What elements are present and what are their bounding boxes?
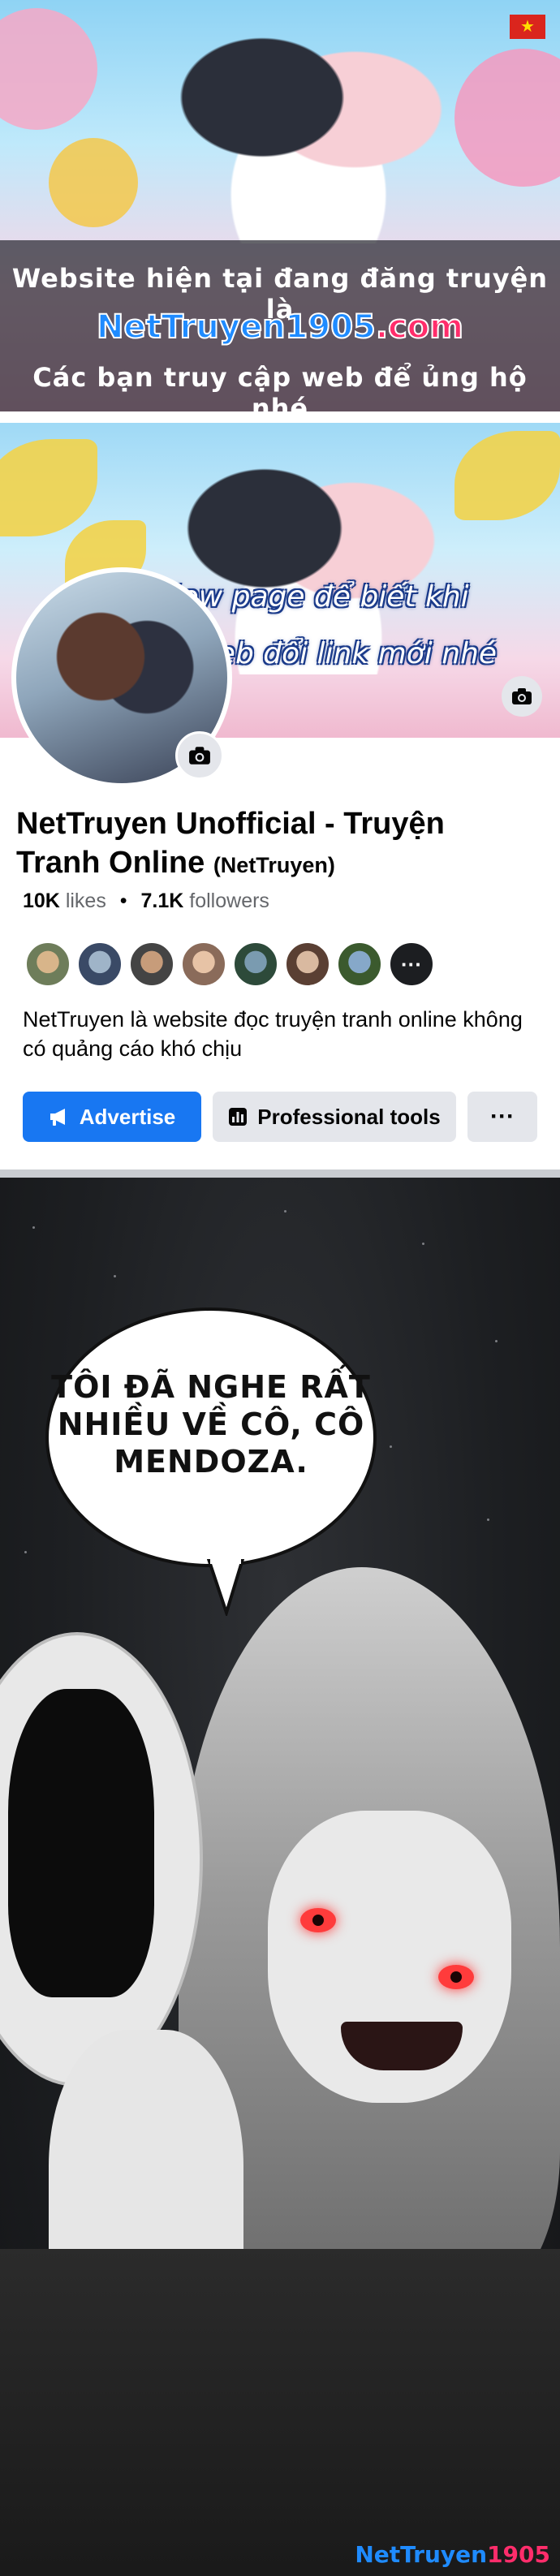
more-options-button[interactable]: ···: [467, 1092, 537, 1142]
page-title: NetTruyen Unofficial - Truyện Tranh Onli…: [16, 804, 536, 885]
site-domain[interactable]: NetTruyen1905.com: [0, 308, 560, 347]
announcement-line-3: Các bạn truy cập web để ủng hộ nhé: [32, 362, 528, 411]
more-options-icon: ···: [490, 1103, 515, 1130]
follower-avatar[interactable]: [76, 941, 123, 988]
star-decoration: [114, 1275, 116, 1277]
separator-dot: •: [119, 890, 127, 912]
star-decoration: [32, 1226, 35, 1229]
follower-avatar[interactable]: [180, 941, 227, 988]
announcement-overlay: Website hiện tại đang đăng truyện là Net…: [0, 240, 560, 411]
advertise-label: Advertise: [79, 1104, 176, 1129]
speech-bubble-text: TÔI ĐÃ NGHE RẤT NHIỀU VỀ CÔ, CÔ MENDOZA.: [51, 1369, 371, 1480]
section-divider: [0, 1170, 560, 1178]
character-clothes: [0, 2249, 560, 2576]
likes-label: likes: [65, 890, 106, 912]
flower-decoration: [454, 49, 560, 187]
star-decoration: [390, 1445, 392, 1448]
manga-panel: TÔI ĐÃ NGHE RẤT NHIỀU VỀ CÔ, CÔ MENDOZA.…: [0, 1178, 560, 2576]
chart-icon: [229, 1108, 248, 1126]
star-decoration: [24, 1551, 27, 1553]
follower-avatar[interactable]: [24, 941, 71, 988]
speech-bubble-tail: [207, 1559, 245, 1616]
follower-avatar[interactable]: [336, 941, 383, 988]
facebook-page-card: Follow page để biết khi nào web đổi link…: [0, 423, 560, 1170]
edit-profile-picture-button[interactable]: [175, 731, 224, 780]
megaphone-icon: [50, 1109, 65, 1126]
flower-decoration: [0, 8, 97, 130]
site-domain-tld: .com: [375, 308, 464, 347]
camera-icon: [189, 747, 210, 765]
leaf-decoration: [0, 439, 97, 536]
announcement-banner: ★ Website hiện tại đang đăng truyện là N…: [0, 0, 560, 411]
follower-avatar[interactable]: [232, 941, 279, 988]
page-actions: Advertise Professional tools ···: [23, 1092, 537, 1142]
professional-tools-button[interactable]: Professional tools: [213, 1092, 456, 1142]
star-decoration: [422, 1243, 424, 1245]
site-domain-name: NetTruyen1905: [96, 308, 377, 347]
follower-avatars: ···: [24, 941, 440, 989]
page-handle: (NetTruyen): [213, 853, 335, 877]
red-eye-icon: [438, 1965, 474, 1989]
watermark-number: 1905: [487, 2541, 550, 2568]
star-decoration: [487, 1518, 489, 1521]
vietnam-flag-icon: ★: [510, 15, 545, 39]
star-decoration: [284, 1210, 286, 1213]
likes-count[interactable]: 10K: [23, 890, 60, 912]
edit-cover-button[interactable]: [502, 676, 542, 717]
leaf-decoration: [454, 431, 560, 520]
page-about: NetTruyen là website đọc truyện tranh on…: [23, 1007, 523, 1061]
watermark-name: NetTruyen: [355, 2541, 488, 2568]
professional-tools-label: Professional tools: [257, 1104, 441, 1129]
follower-avatar[interactable]: [284, 941, 331, 988]
leaf-decoration: [49, 138, 138, 227]
more-followers-button[interactable]: ···: [388, 941, 435, 988]
follower-avatar[interactable]: [128, 941, 175, 988]
flag-star-icon: ★: [520, 18, 535, 36]
advertise-button[interactable]: Advertise: [23, 1092, 201, 1142]
star-decoration: [495, 1340, 498, 1342]
followers-label: followers: [189, 890, 269, 912]
red-eye-icon: [300, 1908, 336, 1932]
banner-artwork: [154, 0, 463, 243]
more-icon: ···: [401, 951, 422, 976]
page-stats: 10K likes • 7.1K followers: [23, 890, 269, 913]
followers-count[interactable]: 7.1K: [141, 890, 184, 912]
black-handprint: [8, 1689, 154, 1997]
watermark: NetTruyen1905: [355, 2541, 550, 2568]
camera-icon: [512, 688, 532, 704]
